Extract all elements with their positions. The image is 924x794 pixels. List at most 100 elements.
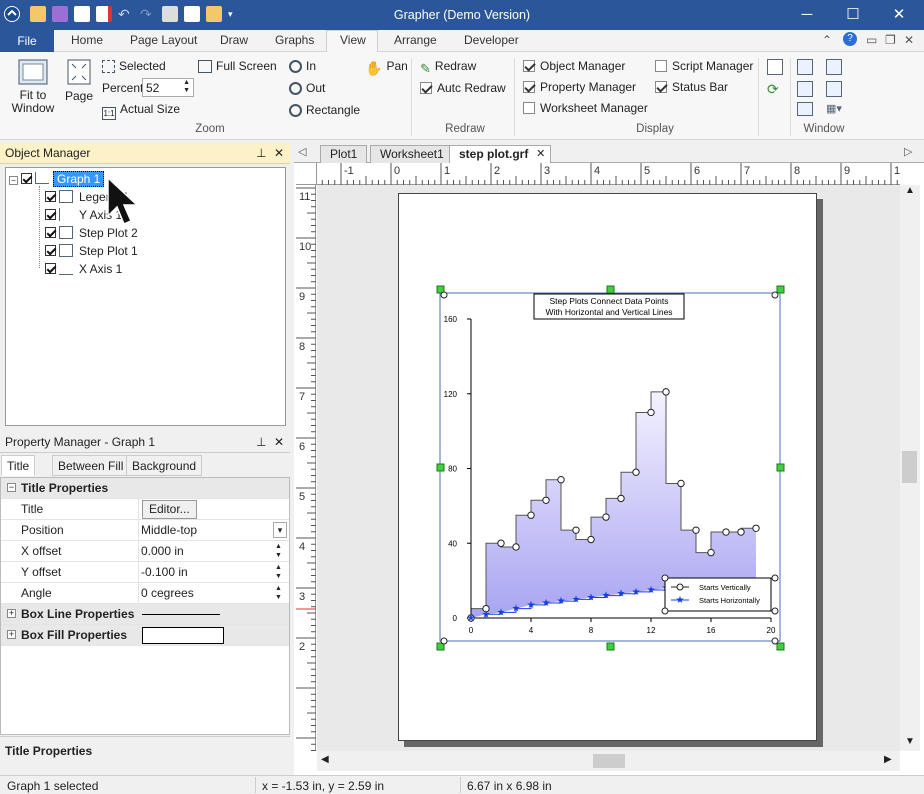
step-plot-chart[interactable]: 04080120160048121620★★★★★★★★★★★★★★★Step …: [317, 185, 900, 751]
tab-home[interactable]: Home: [71, 33, 103, 47]
pan-button[interactable]: ✋ Pan: [365, 59, 408, 77]
window-tile-icon[interactable]: [767, 59, 783, 75]
tab-draw[interactable]: Draw: [220, 33, 248, 47]
angle-value[interactable]: 0 cegrees: [141, 583, 194, 603]
vertical-scrollbar[interactable]: ▲ ▼: [900, 185, 920, 751]
tab-page-layout[interactable]: Page Layout: [130, 33, 197, 47]
box-fill-properties-category[interactable]: + Box Fill Properties: [1, 625, 289, 646]
doc-tab-plot1[interactable]: Plot1: [320, 145, 368, 163]
collapse-icon[interactable]: −: [7, 483, 16, 492]
tabs-scroll-right-icon[interactable]: ▷: [904, 145, 912, 158]
minimize-button[interactable]: ─: [784, 0, 830, 30]
doc-tab-close-icon[interactable]: ✕: [536, 146, 545, 162]
scroll-up-icon[interactable]: ▲: [905, 185, 915, 196]
doc-tab-worksheet1[interactable]: Worksheet1: [370, 145, 454, 163]
tree-checkbox[interactable]: [45, 191, 56, 202]
collapse-ribbon-icon[interactable]: ⌃: [822, 33, 832, 47]
vertical-scroll-thumb[interactable]: [902, 451, 917, 483]
zoom-selected-button[interactable]: Selected: [102, 59, 166, 73]
doc-close-icon[interactable]: ✕: [904, 33, 914, 47]
property-row-angle[interactable]: Angle 0 cegrees ▲ ▼: [1, 583, 289, 604]
close-window-button[interactable]: ✕: [876, 0, 922, 30]
scroll-right-icon[interactable]: ▶: [884, 754, 892, 765]
tree-checkbox[interactable]: [45, 227, 56, 238]
scroll-down-icon[interactable]: ▼: [905, 736, 915, 747]
doc-tab-step-plot[interactable]: step plot.grf ✕: [449, 145, 552, 164]
tree-checkbox[interactable]: [45, 209, 56, 220]
tree-item-step-plot-1[interactable]: Step Plot 1: [45, 243, 138, 260]
position-dropdown-icon[interactable]: ▾: [273, 522, 287, 538]
tree-checkbox[interactable]: [45, 245, 56, 256]
full-screen-button[interactable]: Full Screen: [198, 59, 277, 73]
object-manager-close-icon[interactable]: ✕: [274, 146, 284, 160]
tab-view[interactable]: View: [340, 33, 366, 47]
expand-icon[interactable]: +: [7, 609, 16, 618]
y-offset-value[interactable]: -0.100 in: [141, 562, 188, 582]
tile-vertical-icon[interactable]: [826, 81, 842, 97]
tab-file[interactable]: File: [0, 30, 54, 52]
status-bar-checkbox[interactable]: Status Bar: [655, 80, 728, 94]
collapse-icon[interactable]: −: [9, 176, 18, 185]
pm-tab-title[interactable]: Title: [1, 455, 36, 476]
actual-size-button[interactable]: 1:1 Actual Size: [102, 102, 180, 120]
property-row-position[interactable]: Position Middle-top ▾: [1, 520, 289, 541]
auto-redraw-checkbox[interactable]: Autc Redraw: [420, 81, 506, 95]
window-refresh-icon[interactable]: ⟳: [767, 81, 783, 97]
title-properties-category[interactable]: − Title Properties: [1, 478, 289, 499]
spinner-icon[interactable]: ▲ ▼: [275, 563, 282, 581]
tree-item-x-axis[interactable]: X Axis 1: [45, 261, 122, 278]
new-window-icon[interactable]: [797, 59, 813, 75]
horizontal-scrollbar[interactable]: ◀ ▶: [317, 751, 900, 771]
box-line-properties-category[interactable]: + Box Line Properties: [1, 604, 289, 625]
zoom-out-button[interactable]: Out: [289, 81, 325, 95]
tab-developer[interactable]: Developer: [464, 33, 519, 47]
tab-arrange[interactable]: Arrange: [394, 33, 437, 47]
expand-icon[interactable]: +: [7, 630, 16, 639]
x-offset-value[interactable]: 0.000 in: [141, 541, 184, 561]
property-row-x-offset[interactable]: X offset 0.000 in ▲ ▼: [1, 541, 289, 562]
property-manager-close-icon[interactable]: ✕: [274, 435, 284, 449]
property-row-y-offset[interactable]: Y offset -0.100 in ▲ ▼: [1, 562, 289, 583]
doc-restore-icon[interactable]: ❐: [885, 33, 896, 47]
vertical-ruler: 11 10 9 8 7 6 5 4 3 2: [296, 185, 316, 751]
spinner-icon[interactable]: ▲ ▼: [275, 584, 282, 602]
worksheet-manager-checkbox[interactable]: Worksheet Manager: [523, 101, 648, 115]
position-value[interactable]: Middle-top: [141, 520, 197, 540]
redraw-button[interactable]: ✎ Redraw: [420, 59, 476, 77]
fit-to-window-button[interactable]: Fit to Window: [8, 58, 58, 115]
cascade-icon[interactable]: [797, 81, 813, 97]
object-manager-checkbox[interactable]: Object Manager: [523, 59, 625, 73]
help-icon[interactable]: ?: [843, 32, 857, 46]
pin-icon[interactable]: ⊥: [256, 146, 266, 160]
maximize-button[interactable]: ☐: [830, 0, 876, 30]
document-tabs: ◁ Plot1 Worksheet1 step plot.grf ✕ ▷: [294, 143, 924, 164]
legend-handle: [771, 574, 779, 582]
zoom-rectangle-button[interactable]: Rectangle: [289, 103, 360, 117]
pm-tab-background[interactable]: Background: [126, 455, 203, 476]
series-vertically-point: [662, 388, 670, 396]
tabs-scroll-left-icon[interactable]: ◁: [298, 145, 306, 158]
arrange-icons-icon[interactable]: [826, 59, 842, 75]
zoom-in-button[interactable]: In: [289, 59, 316, 73]
switch-windows-icon[interactable]: ▦▾: [826, 102, 850, 116]
tree-checkbox[interactable]: [21, 173, 32, 184]
percent-spinner-icon[interactable]: ▲ ▼: [183, 79, 190, 95]
graph-corner-handle: [771, 291, 779, 299]
tab-graphs[interactable]: Graphs: [275, 33, 314, 47]
scroll-left-icon[interactable]: ◀: [321, 754, 329, 765]
property-manager-checkbox[interactable]: Property Manager: [523, 80, 636, 94]
legend-handle: [771, 607, 779, 615]
zoom-page-button[interactable]: Page: [64, 58, 94, 103]
spinner-icon[interactable]: ▲ ▼: [275, 542, 282, 560]
horizontal-scroll-thumb[interactable]: [593, 754, 625, 768]
script-manager-checkbox[interactable]: Script Manager: [655, 59, 753, 73]
pin-icon[interactable]: ⊥: [256, 435, 266, 449]
plot-canvas[interactable]: 04080120160048121620★★★★★★★★★★★★★★★Step …: [317, 185, 900, 751]
title-editor-button[interactable]: Editor...: [142, 500, 197, 519]
tree-item-graph[interactable]: − Graph 1: [9, 171, 105, 188]
doc-minimize-icon[interactable]: ▭: [866, 33, 877, 47]
zoom-percent-input[interactable]: 52 ▲ ▼: [142, 78, 194, 97]
tree-checkbox[interactable]: [45, 263, 56, 274]
pm-tab-between-fill[interactable]: Between Fill: [52, 455, 130, 476]
tile-horizontal-icon[interactable]: [797, 102, 813, 116]
